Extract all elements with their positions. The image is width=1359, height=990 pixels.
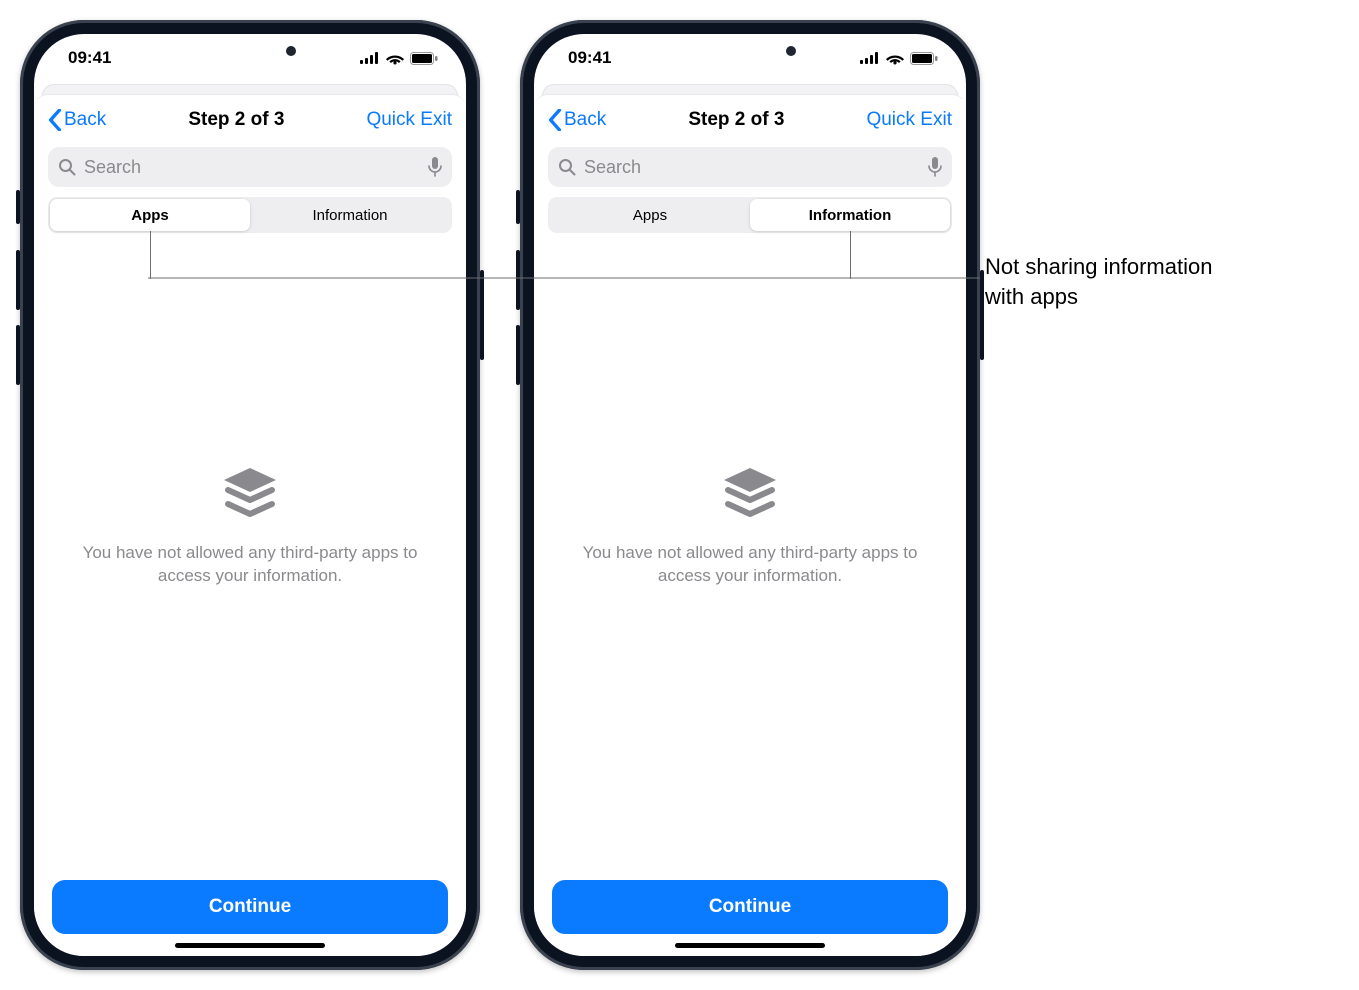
- nav-title: Step 2 of 3: [188, 109, 284, 131]
- phone-side-button: [980, 270, 984, 360]
- nav-bar: Back Step 2 of 3 Quick Exit: [534, 95, 966, 145]
- quick-exit-button[interactable]: Quick Exit: [366, 109, 452, 131]
- segment-apps[interactable]: Apps: [50, 199, 250, 231]
- battery-icon: [910, 52, 938, 65]
- phone-side-button: [480, 270, 484, 360]
- screen: 09:41 Back Step 2 of 3 Quick Exit: [34, 34, 466, 956]
- segment-apps[interactable]: Apps: [550, 199, 750, 231]
- continue-button[interactable]: Continue: [52, 880, 448, 934]
- continue-label: Continue: [209, 896, 291, 918]
- status-time: 09:41: [568, 48, 611, 68]
- empty-state-text: You have not allowed any third-party app…: [70, 542, 430, 588]
- stack-icon: [718, 466, 782, 524]
- segmented-control: Apps Information: [548, 197, 952, 233]
- wifi-icon: [886, 52, 904, 65]
- phone-side-button: [516, 190, 520, 224]
- screen: 09:41 Back Step 2 of 3 Quick Exit: [534, 34, 966, 956]
- empty-state: You have not allowed any third-party app…: [34, 173, 466, 880]
- status-indicators: [860, 52, 938, 65]
- quick-exit-button[interactable]: Quick Exit: [866, 109, 952, 131]
- phone-side-button: [516, 325, 520, 385]
- home-indicator[interactable]: [175, 943, 325, 948]
- callout-anchor: [150, 231, 151, 279]
- empty-state-text: You have not allowed any third-party app…: [570, 542, 930, 588]
- segmented-control: Apps Information: [48, 197, 452, 233]
- phone-side-button: [16, 325, 20, 385]
- wifi-icon: [386, 52, 404, 65]
- segment-label: Information: [809, 207, 892, 224]
- segment-information[interactable]: Information: [250, 199, 450, 231]
- phone-side-button: [16, 190, 20, 224]
- segment-information[interactable]: Information: [750, 199, 950, 231]
- empty-state: You have not allowed any third-party app…: [534, 173, 966, 880]
- segment-label: Apps: [131, 207, 169, 224]
- chevron-left-icon: [48, 109, 62, 131]
- cellular-icon: [860, 52, 880, 64]
- back-button[interactable]: Back: [548, 109, 606, 131]
- nav-title: Step 2 of 3: [688, 109, 784, 131]
- back-label: Back: [64, 109, 106, 131]
- status-bar: 09:41: [34, 34, 466, 82]
- iphone-frame: 09:41 Back Step 2 of 3 Quick Exit: [20, 20, 480, 970]
- phone-side-button: [16, 250, 20, 310]
- chevron-left-icon: [548, 109, 562, 131]
- status-indicators: [360, 52, 438, 65]
- status-bar: 09:41: [534, 34, 966, 82]
- cellular-icon: [360, 52, 380, 64]
- sheet: Back Step 2 of 3 Quick Exit Apps: [34, 94, 466, 956]
- iphone-frame: 09:41 Back Step 2 of 3 Quick Exit: [520, 20, 980, 970]
- battery-icon: [410, 52, 438, 65]
- phone-side-button: [516, 250, 520, 310]
- nav-bar: Back Step 2 of 3 Quick Exit: [34, 95, 466, 145]
- callout-anchor: [850, 231, 851, 279]
- segment-label: Information: [312, 207, 387, 224]
- segment-label: Apps: [633, 207, 667, 224]
- continue-button[interactable]: Continue: [552, 880, 948, 934]
- status-time: 09:41: [68, 48, 111, 68]
- back-button[interactable]: Back: [48, 109, 106, 131]
- back-label: Back: [564, 109, 606, 131]
- continue-label: Continue: [709, 896, 791, 918]
- sheet: Back Step 2 of 3 Quick Exit Apps Informa…: [534, 94, 966, 956]
- stack-icon: [218, 466, 282, 524]
- home-indicator[interactable]: [675, 943, 825, 948]
